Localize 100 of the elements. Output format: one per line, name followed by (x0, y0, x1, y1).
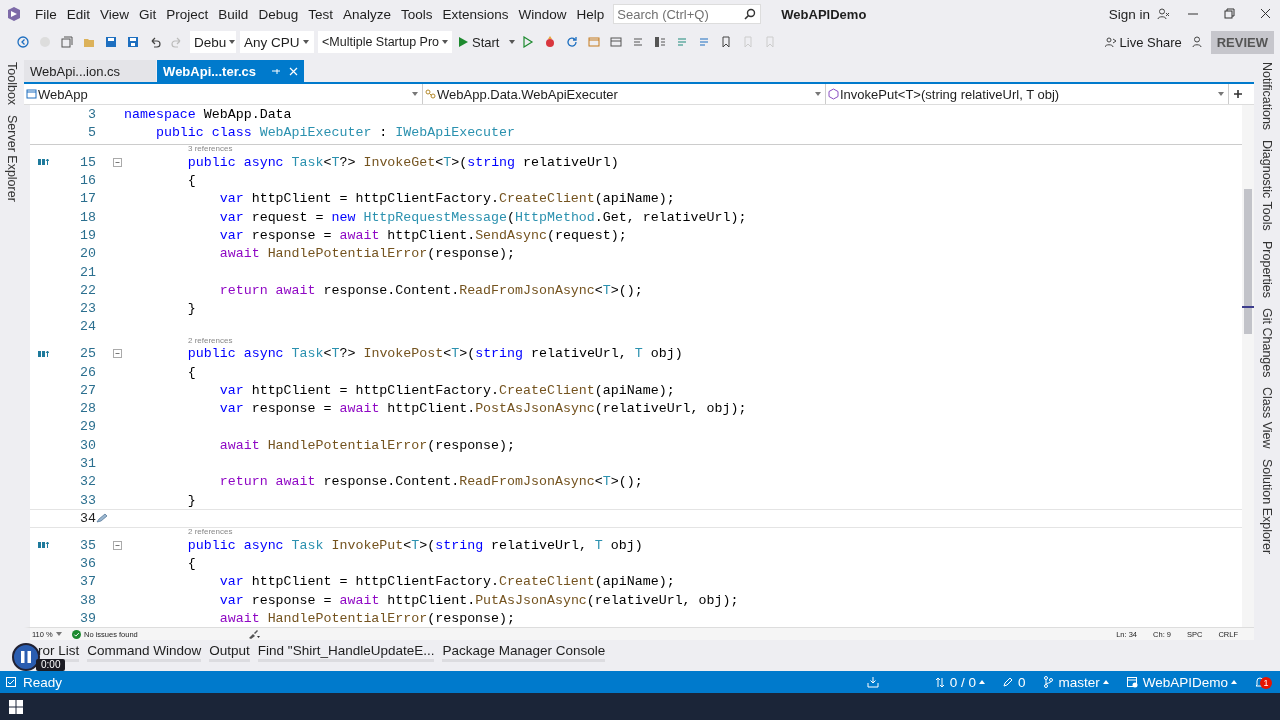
scrollbar-thumb[interactable] (1244, 189, 1252, 334)
references-link[interactable]: 3 references (188, 144, 233, 154)
pencil-icon[interactable] (96, 513, 108, 524)
line-number: 21 (79, 264, 96, 280)
repository-selector[interactable]: WebAPIDemo (1126, 674, 1237, 690)
live-share-button[interactable]: Live Share (1101, 32, 1185, 52)
code-line: } (186, 301, 196, 317)
menu-item[interactable]: View (95, 6, 135, 22)
code-line: return await response.Content.ReadFromJsonAsync<T>(); (218, 282, 643, 298)
sign-in-link[interactable]: Sign in (1108, 6, 1150, 22)
save-icon[interactable] (105, 36, 117, 48)
menu-item[interactable]: File (30, 6, 62, 22)
branch-selector[interactable]: master (1043, 674, 1109, 690)
up-caret-icon[interactable] (1102, 680, 1109, 684)
up-caret-icon[interactable] (1231, 680, 1237, 684)
panel-tab[interactable]: Diagnostic Tools (1260, 138, 1274, 233)
caret-icon[interactable] (302, 40, 309, 44)
menu-item[interactable]: Build (213, 6, 254, 22)
panel-tab[interactable]: Properties (1260, 238, 1274, 300)
undo-icon[interactable] (149, 36, 161, 48)
ready-icon[interactable] (6, 677, 16, 687)
check-circle-icon[interactable] (72, 629, 81, 639)
arrows-icon[interactable] (934, 676, 945, 688)
navigation-dropdown[interactable]: WebApp (24, 84, 423, 104)
line-number: 24 (79, 319, 96, 335)
code-line: var response = await httpClient.PutAsJsonAsync(relativeUrl, obj); (218, 592, 739, 608)
tab-label: WebApi...ter.cs (163, 63, 258, 79)
sync-status[interactable]: 0 / 0 (934, 674, 985, 690)
menu-item[interactable]: Git (134, 6, 162, 22)
review-button[interactable]: REVIEW (1210, 30, 1274, 54)
caret-icon[interactable] (1218, 92, 1224, 96)
implementation-icon[interactable] (38, 541, 49, 550)
menu-item[interactable]: Edit (61, 6, 96, 22)
code-line: { (186, 364, 196, 380)
up-caret-icon[interactable] (978, 680, 985, 684)
panel-tab[interactable]: Toolbox (5, 60, 19, 108)
document-tab[interactable]: WebApi...ion.cs (24, 60, 157, 82)
caret-icon[interactable] (442, 40, 449, 44)
panel-tab[interactable]: Git Changes (1260, 305, 1274, 380)
caret-icon[interactable] (55, 632, 62, 636)
line-number: 36 (79, 555, 96, 571)
window-icon[interactable] (610, 36, 623, 48)
tool-window-tab[interactable]: Package Manager Console (442, 643, 606, 662)
pause-button[interactable] (12, 643, 40, 671)
panel-tab[interactable]: Server Explorer (5, 113, 19, 204)
references-link[interactable]: 2 references (188, 527, 233, 537)
references-link[interactable]: 2 references (188, 335, 233, 345)
play-icon[interactable] (459, 37, 468, 47)
code-line: var httpClient = httpClientFactory.CreateClient(apiName); (218, 191, 675, 207)
menu-item[interactable]: Help (571, 6, 610, 22)
config-dropdown[interactable]: Debu (190, 31, 236, 53)
collapse-icon[interactable] (113, 157, 122, 167)
implementation-icon[interactable] (38, 158, 49, 167)
panel-tab[interactable]: Notifications (1260, 60, 1274, 133)
menu-item[interactable]: Analyze (337, 6, 396, 22)
publish-icon[interactable] (866, 676, 879, 688)
menu-item[interactable]: Debug (253, 6, 304, 22)
menu-item[interactable]: Test (303, 6, 338, 22)
navigation-dropdown[interactable]: InvokePut<T>(string relativeUrl, T obj) (826, 84, 1229, 104)
menu-item[interactable]: Window (513, 6, 572, 22)
branch-icon[interactable] (1043, 676, 1054, 688)
search-field[interactable]: Search (Ctrl+Q) (613, 4, 762, 24)
class-icon[interactable] (425, 88, 436, 100)
menu-item[interactable]: Extensions (437, 6, 514, 22)
start-button[interactable]: Start (456, 32, 503, 52)
run-icon[interactable] (522, 36, 535, 48)
tool-window-tab[interactable]: Output (209, 643, 250, 662)
menu-item[interactable]: Project (161, 6, 214, 22)
collapse-icon[interactable] (113, 349, 122, 359)
changes-status[interactable]: 0 (1002, 674, 1026, 690)
share-icon[interactable] (1104, 36, 1116, 48)
caret-icon[interactable] (229, 40, 236, 44)
search-icon[interactable] (744, 8, 757, 20)
panel-tab[interactable]: Solution Explorer (1260, 456, 1274, 557)
tool-window-tab[interactable]: Find "Shirt_HandleUpdateE... (257, 643, 435, 662)
document-tab[interactable]: WebApi...ter.cs (157, 60, 305, 82)
person-icon[interactable] (1191, 36, 1204, 48)
implementation-icon[interactable] (38, 349, 49, 358)
method-icon[interactable] (828, 88, 839, 100)
refresh-icon[interactable] (566, 36, 579, 48)
project-icon[interactable] (26, 88, 37, 100)
panel-tab[interactable]: Class View (1260, 385, 1274, 451)
pin-icon[interactable] (271, 66, 281, 76)
save-all-icon[interactable] (127, 36, 139, 48)
back-icon[interactable] (17, 36, 29, 48)
startup-dropdown[interactable]: <Multiple Startup Pro (318, 31, 452, 53)
brush-icon[interactable] (247, 629, 260, 639)
bookmark-icon[interactable] (720, 36, 733, 48)
dropdown-value: <Multiple Startup Pro (322, 35, 440, 49)
caret-icon[interactable] (509, 40, 516, 44)
app-logo-icon[interactable] (6, 6, 22, 22)
person-icon[interactable] (1157, 8, 1169, 20)
platform-dropdown[interactable]: Any CPU (240, 31, 314, 53)
windows-start-icon[interactable] (9, 699, 23, 714)
caret-icon[interactable] (412, 92, 418, 96)
caret-icon[interactable] (815, 92, 821, 96)
collapse-icon[interactable] (113, 540, 122, 550)
navigation-dropdown[interactable]: WebApp.Data.WebApiExecuter (423, 84, 826, 104)
menu-item[interactable]: Tools (396, 6, 438, 22)
tool-window-tab[interactable]: Command Window (87, 643, 202, 662)
